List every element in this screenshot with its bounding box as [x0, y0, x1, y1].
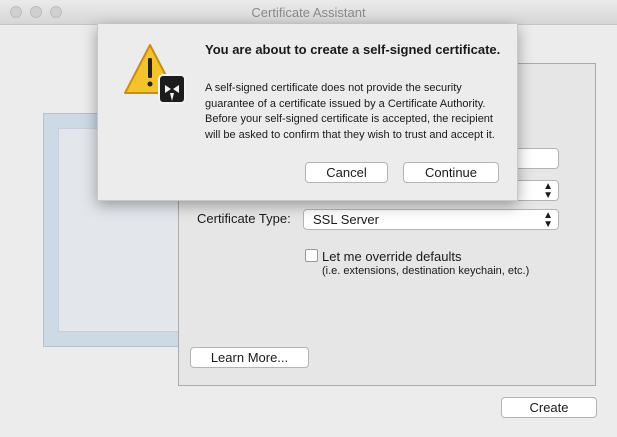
learn-more-button[interactable]: Learn More...: [190, 347, 309, 368]
caution-icon: [124, 44, 186, 104]
certificate-assistant-window: Certificate Assistant ▲ ▼ Certificate Typ…: [0, 0, 617, 437]
alert-title: You are about to create a self-signed ce…: [205, 42, 501, 57]
window-title: Certificate Assistant: [251, 5, 366, 20]
cancel-button[interactable]: Cancel: [305, 162, 388, 183]
continue-button[interactable]: Continue: [403, 162, 499, 183]
override-defaults-hint: (i.e. extensions, destination keychain, …: [322, 265, 530, 277]
certificate-type-popup[interactable]: SSL Server ▲ ▼: [303, 209, 559, 230]
create-button[interactable]: Create: [501, 397, 597, 418]
title-bar: Certificate Assistant: [0, 0, 617, 25]
override-defaults-checkbox[interactable]: [305, 249, 318, 262]
self-signed-alert-sheet: You are about to create a self-signed ce…: [97, 24, 518, 201]
override-defaults-label: Let me override defaults: [322, 249, 462, 264]
certificate-type-value: SSL Server: [313, 212, 379, 227]
alert-message: A self-signed certificate does not provi…: [205, 82, 495, 141]
popup-arrows-icon: ▲ ▼: [543, 181, 553, 201]
popup-arrows-icon: ▲ ▼: [543, 210, 553, 230]
certificate-type-label: Certificate Type:: [197, 211, 291, 226]
